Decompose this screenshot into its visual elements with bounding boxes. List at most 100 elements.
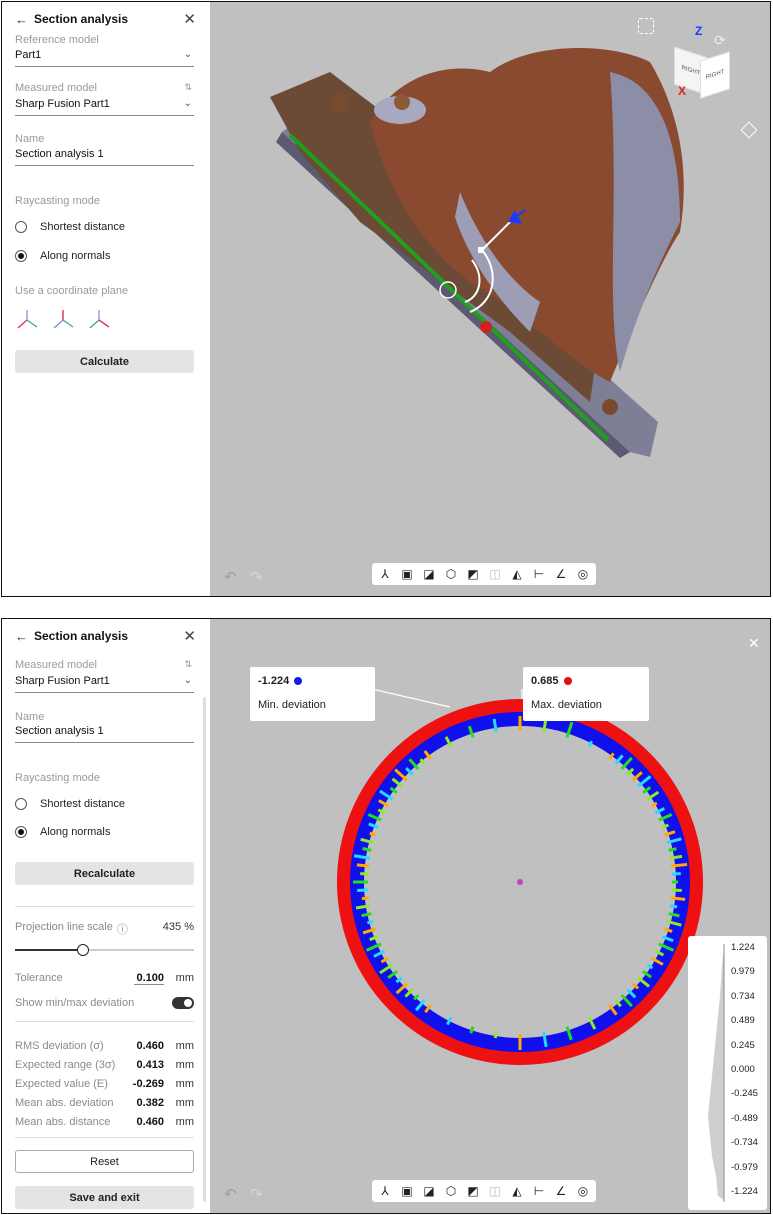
view-back-icon[interactable]: ◫	[484, 1181, 506, 1201]
3d-viewport[interactable]: Z ⟳ RIGHT RIGHT X ↶ ↷ ⅄ ▣ ◪ ⬡ ◩ ◫ ◭ ⊢ ∠ …	[210, 2, 770, 596]
angle-icon[interactable]: ∠	[550, 564, 572, 584]
deviation-tick	[671, 888, 682, 892]
view-iso-icon[interactable]: ▣	[396, 1181, 418, 1201]
measured-model-select[interactable]: Sharp Fusion Part1 ⌄	[15, 675, 194, 693]
stat-value: 0.382	[136, 1097, 164, 1109]
plane-yz-icon[interactable]	[87, 308, 111, 332]
tolerance-input[interactable]: 0.100	[134, 972, 164, 985]
radio-circle[interactable]	[15, 221, 27, 233]
radio-along-normals[interactable]: Along normals	[15, 826, 110, 838]
tolerance-label: Tolerance	[15, 972, 63, 984]
panel-scrollbar[interactable]	[203, 697, 206, 1202]
undo-icon[interactable]: ↶	[224, 1185, 237, 1203]
slider-thumb[interactable]	[77, 944, 90, 956]
view-front-icon[interactable]: ◪	[418, 1181, 440, 1201]
side-panel: ← Section analysis ✕ Measured model ⇅ Sh…	[2, 619, 210, 1213]
calculate-button[interactable]: Calculate	[15, 350, 194, 373]
reference-model-select[interactable]: Part1 ⌄	[15, 49, 194, 67]
close-icon[interactable]: ✕	[183, 10, 196, 28]
chevron-down-icon: ⌄	[183, 98, 192, 109]
angle-icon[interactable]: ∠	[550, 1181, 572, 1201]
redo-icon[interactable]: ↷	[250, 1185, 263, 1203]
projection-scale-slider[interactable]	[15, 944, 194, 956]
section-analysis-setup-window: ← Section analysis ✕ Reference model Par…	[1, 1, 771, 597]
deviation-tick	[419, 758, 426, 765]
deviation-tick	[366, 919, 374, 925]
view-top-icon[interactable]: ⬡	[440, 564, 462, 584]
view-side-icon[interactable]: ◩	[462, 564, 484, 584]
section-icon[interactable]: ◭	[506, 564, 528, 584]
divider	[15, 1137, 194, 1138]
min-deviation-label: Min. deviation	[258, 699, 326, 711]
radio-label: Shortest distance	[40, 798, 125, 810]
radio-along-normals[interactable]: Along normals	[15, 250, 110, 262]
center-point	[517, 879, 523, 885]
axes-icon[interactable]: ⅄	[374, 1181, 396, 1201]
save-and-exit-button[interactable]: Save and exit	[15, 1186, 194, 1209]
stat-row: Expected range (3σ) 0.413 mm	[15, 1059, 194, 1071]
close-icon[interactable]: ✕	[183, 627, 196, 645]
view-side-icon[interactable]: ◩	[462, 1181, 484, 1201]
deviation-tick	[362, 847, 372, 852]
view-iso-icon[interactable]: ▣	[396, 564, 418, 584]
swap-models-icon[interactable]: ⇅	[184, 659, 192, 670]
stat-unit: mm	[175, 1116, 194, 1128]
name-input[interactable]: Section analysis 1	[15, 148, 194, 166]
swap-models-icon[interactable]: ⇅	[184, 82, 192, 93]
slider-fill	[15, 949, 84, 951]
show-minmax-label: Show min/max deviation	[15, 997, 135, 1009]
name-input[interactable]: Section analysis 1	[15, 725, 194, 743]
reset-button[interactable]: Reset	[15, 1150, 194, 1173]
distance-icon[interactable]: ⊢	[528, 1181, 550, 1201]
legend-tick: 0.000	[731, 1064, 755, 1075]
stat-row: Mean abs. distance 0.460 mm	[15, 1116, 194, 1128]
measured-model-select[interactable]: Sharp Fusion Part1 ⌄	[15, 98, 194, 116]
show-minmax-toggle[interactable]	[172, 997, 194, 1009]
rotate-icon[interactable]: ⟳	[714, 32, 726, 49]
deviation-tick	[631, 982, 640, 990]
radio-label: Along normals	[40, 826, 111, 838]
stat-unit: mm	[175, 1059, 194, 1071]
view-cube-face-right[interactable]: RIGHT	[700, 51, 730, 99]
projection-scale-value: 435 %	[162, 921, 194, 933]
section-icon[interactable]: ◭	[506, 1181, 528, 1201]
legend-tick: -0.734	[731, 1137, 758, 1149]
panel-header: ← Section analysis ✕	[15, 627, 196, 645]
view-back-icon[interactable]: ◫	[484, 564, 506, 584]
stat-value: -0.269	[132, 1078, 164, 1090]
info-icon[interactable]: ⓘ	[117, 921, 128, 937]
plane-xz-icon[interactable]	[51, 308, 75, 332]
deviation-viewport[interactable]: ✕ -1.224 Min. deviation 0.685 Max. devia…	[210, 619, 770, 1213]
back-arrow-icon[interactable]: ←	[15, 12, 28, 27]
stat-row: Expected value (E) -0.269 mm	[15, 1078, 194, 1090]
measured-model-label: Measured model	[15, 82, 97, 94]
radio-shortest-distance[interactable]: Shortest distance	[15, 221, 125, 233]
redo-icon[interactable]: ↷	[250, 568, 263, 586]
view-front-icon[interactable]: ◪	[418, 564, 440, 584]
axes-icon[interactable]: ⅄	[374, 564, 396, 584]
chevron-down-icon: ⌄	[183, 49, 192, 60]
coordinate-plane-label: Use a coordinate plane	[15, 285, 129, 297]
radio-shortest-distance[interactable]: Shortest distance	[15, 798, 125, 810]
distance-icon[interactable]: ⊢	[528, 564, 550, 584]
panel-header: ← Section analysis ✕	[15, 10, 196, 28]
radio-label: Shortest distance	[40, 221, 125, 233]
view-cube[interactable]: Z ⟳ RIGHT RIGHT X	[656, 22, 756, 112]
legend-tick: 0.245	[731, 1039, 755, 1051]
undo-icon[interactable]: ↶	[224, 568, 237, 586]
plane-xy-icon[interactable]	[15, 308, 39, 332]
radio-circle[interactable]	[15, 798, 27, 810]
radio-circle-selected[interactable]	[15, 826, 27, 838]
radius-icon[interactable]: ◎	[572, 564, 594, 584]
max-deviation-value-row: 0.685	[531, 675, 641, 687]
deviation-tick	[413, 993, 420, 1001]
radius-icon[interactable]: ◎	[572, 1181, 594, 1201]
tolerance-unit: mm	[175, 972, 194, 984]
view-top-icon[interactable]: ⬡	[440, 1181, 462, 1201]
fit-view-icon[interactable]	[638, 18, 654, 34]
back-arrow-icon[interactable]: ←	[15, 629, 28, 644]
min-color-dot	[294, 677, 303, 685]
recalculate-button[interactable]: Recalculate	[15, 862, 194, 885]
radio-circle-selected[interactable]	[15, 250, 27, 262]
side-panel: ← Section analysis ✕ Reference model Par…	[2, 2, 210, 596]
